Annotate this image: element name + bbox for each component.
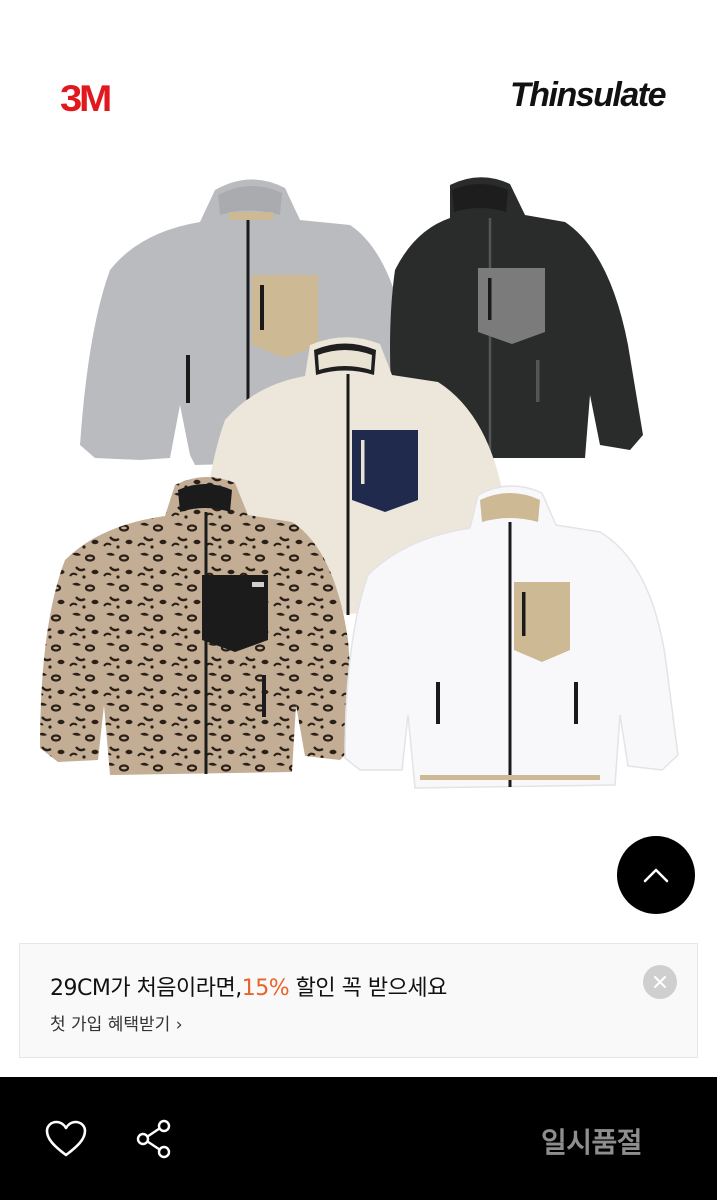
signup-promo-banner: 29CM가 처음이라면,15% 할인 꼭 받으세요 첫 가입 혜택받기 › xyxy=(19,943,698,1058)
share-icon xyxy=(136,1119,171,1159)
promo-headline-text: 29CM가 처음이라면, xyxy=(50,976,242,1001)
close-icon xyxy=(654,976,666,988)
chevron-up-icon xyxy=(643,868,669,883)
heart-icon xyxy=(45,1120,87,1157)
bottom-action-bar: 일시품절 xyxy=(0,1077,717,1200)
promo-headline-tail: 할인 꼭 받으세요 xyxy=(289,976,448,1001)
brand-logo-thinsulate: Thinsulate xyxy=(509,76,667,114)
signup-benefit-link[interactable]: 첫 가입 혜택받기 › xyxy=(50,1010,183,1035)
wishlist-button[interactable] xyxy=(44,1119,88,1159)
promo-headline: 29CM가 처음이라면,15% 할인 꼭 받으세요 xyxy=(50,970,447,1002)
brand-logo-3m: 3M xyxy=(60,78,112,119)
soldout-status-label: 일시품절 xyxy=(540,1126,643,1159)
share-button[interactable] xyxy=(133,1117,177,1161)
promo-close-button[interactable] xyxy=(643,965,677,999)
product-image: 3M Thinsulate xyxy=(0,0,717,930)
scroll-to-top-button[interactable] xyxy=(617,836,695,914)
promo-discount-rate: 15% xyxy=(241,976,290,1001)
jacket-lineup-illustration xyxy=(40,177,679,789)
